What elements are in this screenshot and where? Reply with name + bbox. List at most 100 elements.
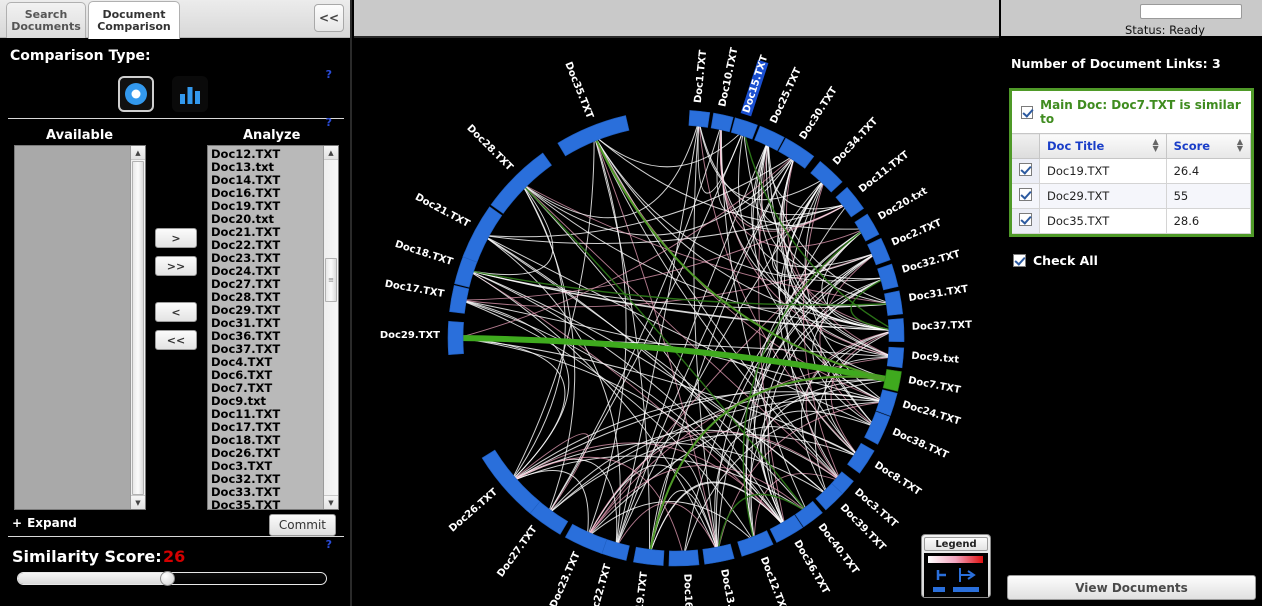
- tab-search-documents-line1: Search: [24, 7, 68, 21]
- button-spacer: [155, 284, 199, 302]
- number-of-links-label: Number of Document Links: 3: [1011, 56, 1221, 71]
- comparison-type-bar-button[interactable]: [172, 76, 208, 112]
- help-icon-lists[interactable]: ?: [326, 116, 332, 129]
- scroll-down-icon[interactable]: ▼: [324, 495, 338, 509]
- similarity-score-slider[interactable]: [17, 571, 327, 586]
- cell-doc-title: Doc19.TXT: [1039, 158, 1167, 184]
- table-header: Doc Title ▲ ▼ Score ▲ ▼: [1012, 133, 1252, 159]
- tab-bar: Search Documents Document Comparison <<: [0, 0, 350, 39]
- move-all-left-button[interactable]: <<: [155, 330, 197, 350]
- table-header-row: Doc Title ▲ ▼ Score ▲ ▼: [1012, 133, 1252, 159]
- ring-segment-Doc37-TXT[interactable]: [887, 318, 905, 343]
- legend-body: [924, 553, 988, 597]
- check-all-label: Check All: [1033, 253, 1098, 268]
- divider-top: [8, 118, 344, 119]
- expand-toggle[interactable]: + Expand: [12, 516, 77, 530]
- commit-button[interactable]: Commit: [268, 514, 336, 536]
- available-list-items[interactable]: [15, 146, 130, 509]
- header-checkbox-column: [1012, 133, 1040, 159]
- legend-graphic: [928, 556, 983, 592]
- cell-score: 55: [1166, 183, 1252, 209]
- status-text: Status: Ready: [1125, 23, 1205, 37]
- table-row[interactable]: Doc35.TXT 28.6: [1012, 208, 1252, 234]
- document-links-table[interactable]: Doc Title ▲ ▼ Score ▲ ▼ Doc19.TXT 26.4 Doc29…: [1012, 133, 1252, 234]
- scrollbar-thumb[interactable]: ≡: [325, 258, 337, 302]
- move-right-button[interactable]: >: [155, 228, 197, 248]
- cell-score: 26.4: [1166, 158, 1252, 184]
- node-label-group: Doc37.TXT: [912, 320, 973, 333]
- help-icon-comparison-type[interactable]: ?: [326, 68, 332, 81]
- tab-document-comparison[interactable]: Document Comparison: [88, 1, 180, 39]
- legend-box[interactable]: Legend: [921, 534, 991, 598]
- divider-bottom: [8, 536, 344, 537]
- legend-title: Legend: [924, 537, 988, 551]
- progress-bar: [1140, 4, 1242, 19]
- ring-segment-Doc9-txt[interactable]: [886, 346, 905, 369]
- row-checkbox[interactable]: [1019, 163, 1032, 176]
- comparison-type-circle-button[interactable]: [118, 76, 154, 112]
- ring-segment-Doc16-TXT[interactable]: [668, 549, 700, 567]
- main-doc-checkbox[interactable]: [1021, 105, 1034, 119]
- chord-diagram-svg[interactable]: Doc9.txtDoc7.TXTDoc24.TXTDoc38.TXTDoc8.T…: [354, 38, 999, 606]
- table-body: Doc19.TXT 26.4 Doc29.TXT 55 Doc35.TXT 28.6: [1012, 158, 1252, 234]
- row-checkbox[interactable]: [1019, 213, 1032, 226]
- scrollbar-thumb[interactable]: [132, 161, 144, 495]
- row-checkbox[interactable]: [1019, 188, 1032, 201]
- similarity-score-label: Similarity Score:: [12, 547, 162, 566]
- status-strip: Status: Ready: [1001, 0, 1262, 37]
- chord-diagram[interactable]: Doc9.txt Doc7.TXT Doc24.TXT Doc38.TXT Doc8.T…: [354, 38, 999, 606]
- slider-fill: [18, 573, 167, 584]
- slider-knob[interactable]: [159, 571, 175, 586]
- similarity-score-value: 26: [163, 547, 186, 566]
- view-documents-button[interactable]: View Documents: [1007, 575, 1256, 600]
- application-window: Search Documents Document Comparison << …: [0, 0, 1262, 606]
- check-all-toggle[interactable]: Check All: [1013, 253, 1098, 268]
- right-panel: Status: Ready Number of Document Links: …: [1001, 0, 1262, 606]
- available-list-header: Available: [46, 128, 114, 143]
- sort-icon-score[interactable]: ▲ ▼: [1237, 138, 1243, 153]
- tab-search-documents-line2: Documents: [11, 19, 81, 33]
- move-left-button[interactable]: <: [155, 302, 197, 322]
- scroll-up-icon[interactable]: ▲: [131, 146, 145, 160]
- comparison-type-buttons: [118, 76, 208, 112]
- row-checkbox-cell[interactable]: [1012, 208, 1040, 234]
- collapse-panel-button[interactable]: <<: [314, 4, 344, 32]
- node-label-group: Doc29.TXT: [380, 330, 440, 341]
- ring-segment-Doc31-TXT[interactable]: [884, 290, 904, 316]
- header-doc-title[interactable]: Doc Title ▲ ▼: [1039, 133, 1167, 159]
- row-checkbox-cell[interactable]: [1012, 183, 1040, 209]
- analyze-list-items[interactable]: Doc12.TXT Doc13.txt Doc14.TXT Doc16.TXT Doc1…: [208, 146, 323, 510]
- table-row[interactable]: Doc29.TXT 55: [1012, 183, 1252, 209]
- donut-icon: [125, 83, 147, 105]
- header-score[interactable]: Score ▲ ▼: [1166, 133, 1252, 159]
- table-row[interactable]: Doc19.TXT 26.4: [1012, 158, 1252, 184]
- ring-segment-Doc29-TXT[interactable]: [447, 320, 464, 356]
- comparison-type-label: Comparison Type:: [10, 48, 151, 64]
- check-all-checkbox[interactable]: [1013, 254, 1026, 267]
- available-list-scrollbar[interactable]: ▲ ▼: [130, 146, 145, 509]
- tab-search-documents[interactable]: Search Documents: [6, 2, 86, 38]
- scroll-down-icon[interactable]: ▼: [131, 495, 145, 509]
- node-label: Doc37.TXT: [912, 320, 973, 333]
- cell-doc-title: Doc29.TXT: [1039, 183, 1167, 209]
- tab-document-comparison-line2: Comparison: [97, 19, 171, 33]
- node-label: Doc29.TXT: [380, 330, 440, 341]
- ring-segment-Doc1-TXT[interactable]: [688, 110, 711, 128]
- bar-chart-icon: [180, 87, 200, 104]
- document-links-card: Main Doc: Doc7.TXT is similar to Doc Tit…: [1009, 88, 1254, 237]
- analyze-list-scrollbar[interactable]: ▲ ≡ ▼: [323, 146, 338, 509]
- available-documents-list[interactable]: ▲ ▼: [14, 145, 146, 510]
- expand-label: Expand: [27, 516, 77, 530]
- left-panel: Search Documents Document Comparison << …: [0, 0, 352, 606]
- header-score-label: Score: [1173, 139, 1211, 153]
- row-checkbox-cell[interactable]: [1012, 158, 1040, 184]
- main-doc-row[interactable]: Main Doc: Doc7.TXT is similar to: [1012, 91, 1251, 133]
- node-label-group: Doc16.TXT: [681, 574, 694, 606]
- scroll-up-icon[interactable]: ▲: [324, 146, 338, 160]
- analyze-documents-list[interactable]: Doc12.TXT Doc13.txt Doc14.TXT Doc16.TXT Doc1…: [207, 145, 339, 510]
- move-all-right-button[interactable]: >>: [155, 256, 197, 276]
- sort-icon-doc-title[interactable]: ▲ ▼: [1152, 138, 1158, 153]
- tab-document-comparison-line1: Document: [102, 7, 166, 21]
- help-icon-similarity[interactable]: ?: [326, 538, 332, 551]
- analyze-list-item[interactable]: Doc35.TXT: [211, 499, 323, 510]
